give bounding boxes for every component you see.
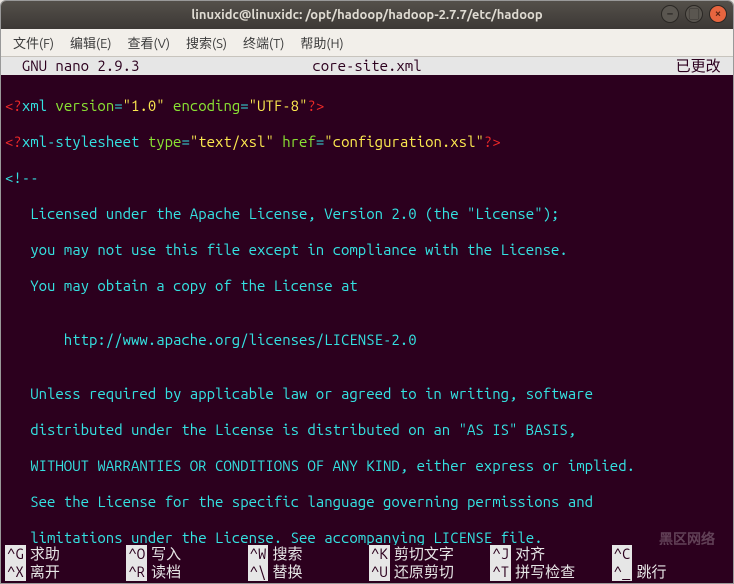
menu-terminal[interactable]: 终端(T) [237,31,290,54]
nano-status: 已更改 [676,57,729,75]
shortcut-spell: ^T拼写检查 [490,563,611,581]
terminal-window: linuxidc@linuxidc: /opt/hadoop/hadoop-2.… [0,0,734,584]
shortcut-uncut: ^U还原剪切 [369,563,490,581]
shortcut-search: ^W搜索 [248,545,369,563]
terminal-area[interactable]: GNU nano 2.9.3 core-site.xml 已更改 <?xml v… [1,57,733,583]
menubar: 文件(F) 编辑(E) 查看(V) 搜索(S) 终端(T) 帮助(H) [1,29,733,57]
menu-search[interactable]: 搜索(S) [180,31,233,54]
menu-file[interactable]: 文件(F) [7,31,60,54]
menu-view[interactable]: 查看(V) [122,31,176,54]
shortcut-justify: ^J对齐 [490,545,611,563]
shortcut-exit: ^X离开 [5,563,126,581]
nano-app-name: GNU nano 2.9.3 [5,57,139,75]
nano-header: GNU nano 2.9.3 core-site.xml 已更改 [1,57,733,75]
shortcut-writeout: ^O写入 [126,545,247,563]
menu-help[interactable]: 帮助(H) [294,31,349,54]
menu-edit[interactable]: 编辑(E) [64,31,117,54]
editor-content: <?xml version="1.0" encoding="UTF-8"?> <… [1,75,733,583]
shortcut-gotoline: ^_跳行 [612,563,733,581]
titlebar: linuxidc@linuxidc: /opt/hadoop/hadoop-2.… [1,1,733,29]
shortcut-cut: ^K剪切文字 [369,545,490,563]
window-controls: – ▢ × [661,5,727,23]
minimize-button[interactable]: – [661,5,679,23]
shortcut-read: ^R读档 [126,563,247,581]
shortcut-replace: ^\替换 [248,563,369,581]
shortcut-help: ^G求助 [5,545,126,563]
nano-shortcuts: ^G求助 ^O写入 ^W搜索 ^K剪切文字 ^J对齐 ^C ^X离开 ^R读档 … [1,545,733,583]
close-button[interactable]: × [709,5,727,23]
maximize-button[interactable]: ▢ [685,5,703,23]
shortcut-curpos: ^C [612,545,733,563]
window-title: linuxidc@linuxidc: /opt/hadoop/hadoop-2.… [191,8,542,22]
